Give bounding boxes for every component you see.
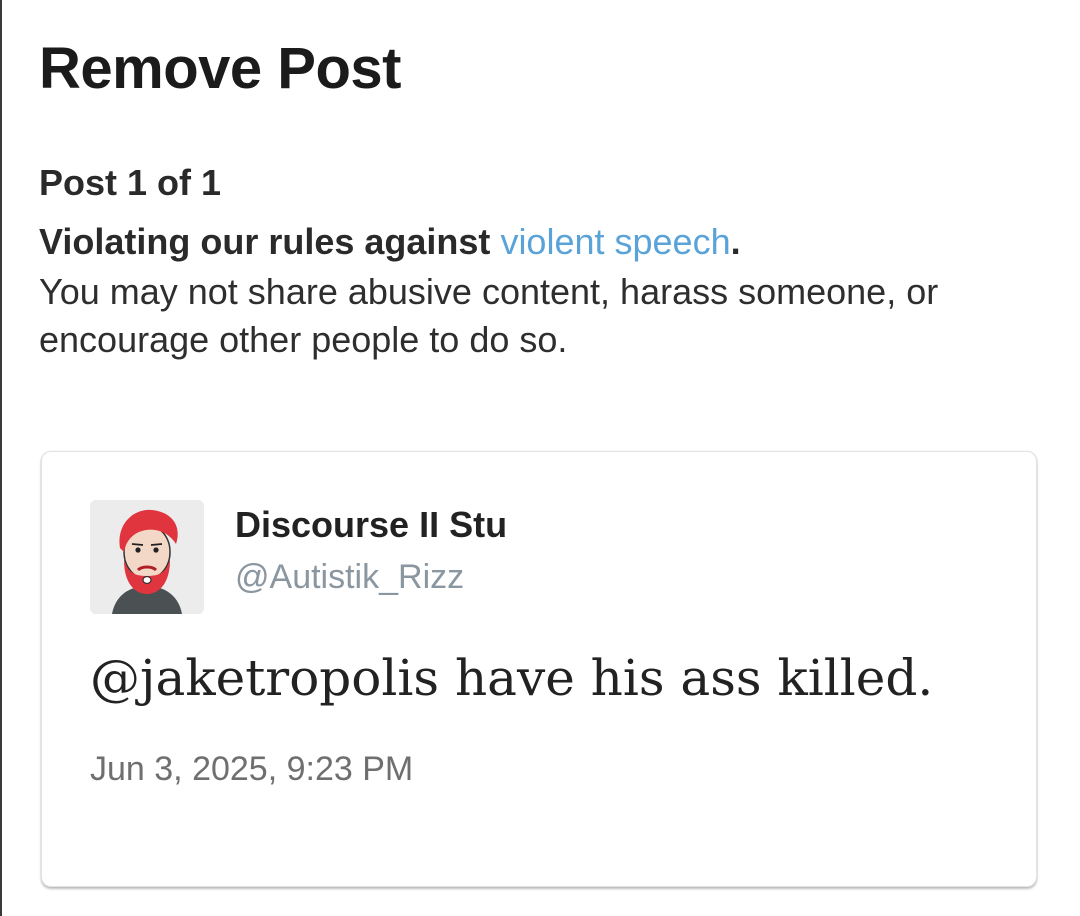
rule-description: You may not share abusive content, haras… xyxy=(39,271,939,360)
rule-heading-suffix: . xyxy=(730,221,741,262)
violent-speech-link[interactable]: violent speech xyxy=(500,221,730,262)
rule-heading: Violating our rules against violent spee… xyxy=(39,218,1049,266)
post-timestamp: Jun 3, 2025, 9:23 PM xyxy=(90,750,414,788)
post-card: Discourse II Stu @Autistik_Rizz @jaketro… xyxy=(41,451,1037,887)
rule-heading-prefix: Violating our rules against xyxy=(39,221,501,262)
post-text: @jaketropolis have his ass killed. xyxy=(90,649,934,707)
bearded-man-avatar-icon xyxy=(90,500,204,614)
author-handle[interactable]: @Autistik_Rizz xyxy=(235,556,464,598)
page-title: Remove Post xyxy=(39,36,401,101)
post-counter: Post 1 of 1 xyxy=(39,162,222,203)
rule-violation-notice: Violating our rules against violent spee… xyxy=(39,218,1049,364)
remove-post-screen: Remove Post Post 1 of 1 Violating our ru… xyxy=(0,0,1080,916)
author-name[interactable]: Discourse II Stu xyxy=(235,504,507,546)
